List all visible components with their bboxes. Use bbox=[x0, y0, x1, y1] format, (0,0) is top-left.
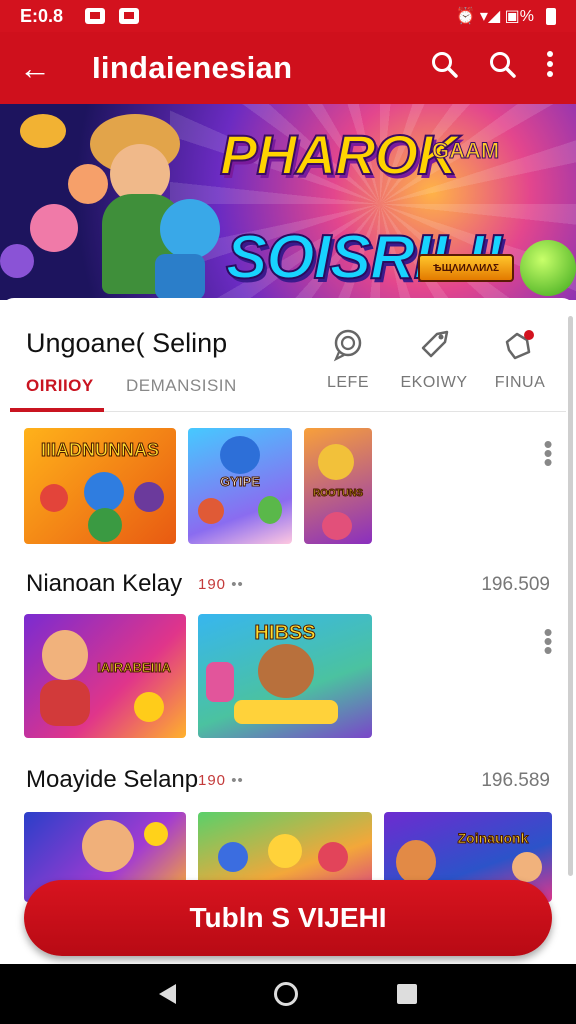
arrow-left-icon: ← bbox=[19, 49, 51, 86]
gallery-notification-icon bbox=[119, 8, 140, 24]
promo-banner[interactable]: PHAROK GAAM SOISRILI! ѢЩΛИΛΛИΛΣ bbox=[0, 104, 576, 300]
game-thumb[interactable]: IIIADNUNNAS bbox=[24, 428, 176, 544]
status-right: ⏰ ▾◢ ▣% bbox=[455, 6, 556, 26]
system-nav-bar bbox=[0, 964, 576, 1024]
more-options-button[interactable]: • • • bbox=[538, 619, 558, 663]
banner-tag: GAAM bbox=[431, 138, 500, 164]
search-button-2[interactable] bbox=[488, 50, 516, 86]
nav-back-icon[interactable] bbox=[159, 984, 177, 1004]
status-icons: ⏰ ▾◢ ▣% bbox=[455, 8, 535, 25]
more-options-button[interactable]: • • • bbox=[538, 431, 558, 475]
game-thumb[interactable]: GYIPE bbox=[188, 428, 292, 544]
nav-recents-icon[interactable] bbox=[396, 984, 417, 1004]
row-count: 196.509 bbox=[481, 574, 550, 595]
banner-ribbon: ѢЩΛИΛΛИΛΣ bbox=[418, 254, 514, 282]
game-thumb[interactable]: HIBSS bbox=[198, 614, 372, 738]
green-mascot-icon bbox=[520, 240, 576, 296]
cart-icon bbox=[480, 328, 560, 368]
row-title: Nianoan Kelay bbox=[26, 570, 183, 597]
game-thumb[interactable]: IAIRABEIIIA bbox=[24, 614, 186, 738]
section-title: Ungoane( Selinp bbox=[26, 328, 228, 358]
notification-icon bbox=[85, 8, 106, 24]
battery-icon bbox=[546, 7, 556, 25]
chat-search-icon bbox=[308, 328, 388, 368]
status-time: E:0.8 bbox=[20, 5, 64, 26]
banner-characters bbox=[0, 104, 230, 300]
game-thumb[interactable]: ROOTUNS bbox=[304, 428, 372, 544]
search-icon bbox=[490, 52, 516, 78]
banner-headline: PHAROK bbox=[219, 122, 459, 187]
primary-cta-button[interactable]: Tubln S VIJEHI bbox=[24, 880, 552, 956]
tag-icon bbox=[394, 328, 474, 368]
search-button[interactable] bbox=[430, 50, 458, 86]
overflow-menu-button[interactable] bbox=[546, 50, 554, 86]
tab-bar: OIRIIOY DEMANSISIN bbox=[10, 368, 566, 412]
nav-home-icon[interactable] bbox=[274, 982, 299, 1006]
tab-oiriioy[interactable]: OIRIIOY bbox=[26, 376, 94, 396]
back-button[interactable]: ← bbox=[0, 50, 70, 87]
tab-demansisin[interactable]: DEMANSISIN bbox=[126, 376, 237, 396]
row-subtitle: 190 •• bbox=[198, 772, 244, 789]
search-icon bbox=[432, 52, 458, 78]
row-title: Moayide Selanp bbox=[26, 766, 199, 793]
scrollbar[interactable] bbox=[568, 316, 573, 876]
more-vertical-icon bbox=[547, 51, 553, 77]
status-bar: E:0.8 ⏰ ▾◢ ▣% bbox=[0, 0, 576, 32]
row-subtitle: 190 •• bbox=[198, 576, 244, 593]
row-count: 196.589 bbox=[481, 770, 550, 791]
app-bar: ← Iindaienesian bbox=[0, 32, 576, 104]
page-title: Iindaienesian bbox=[92, 50, 293, 85]
active-tab-indicator bbox=[10, 408, 104, 412]
